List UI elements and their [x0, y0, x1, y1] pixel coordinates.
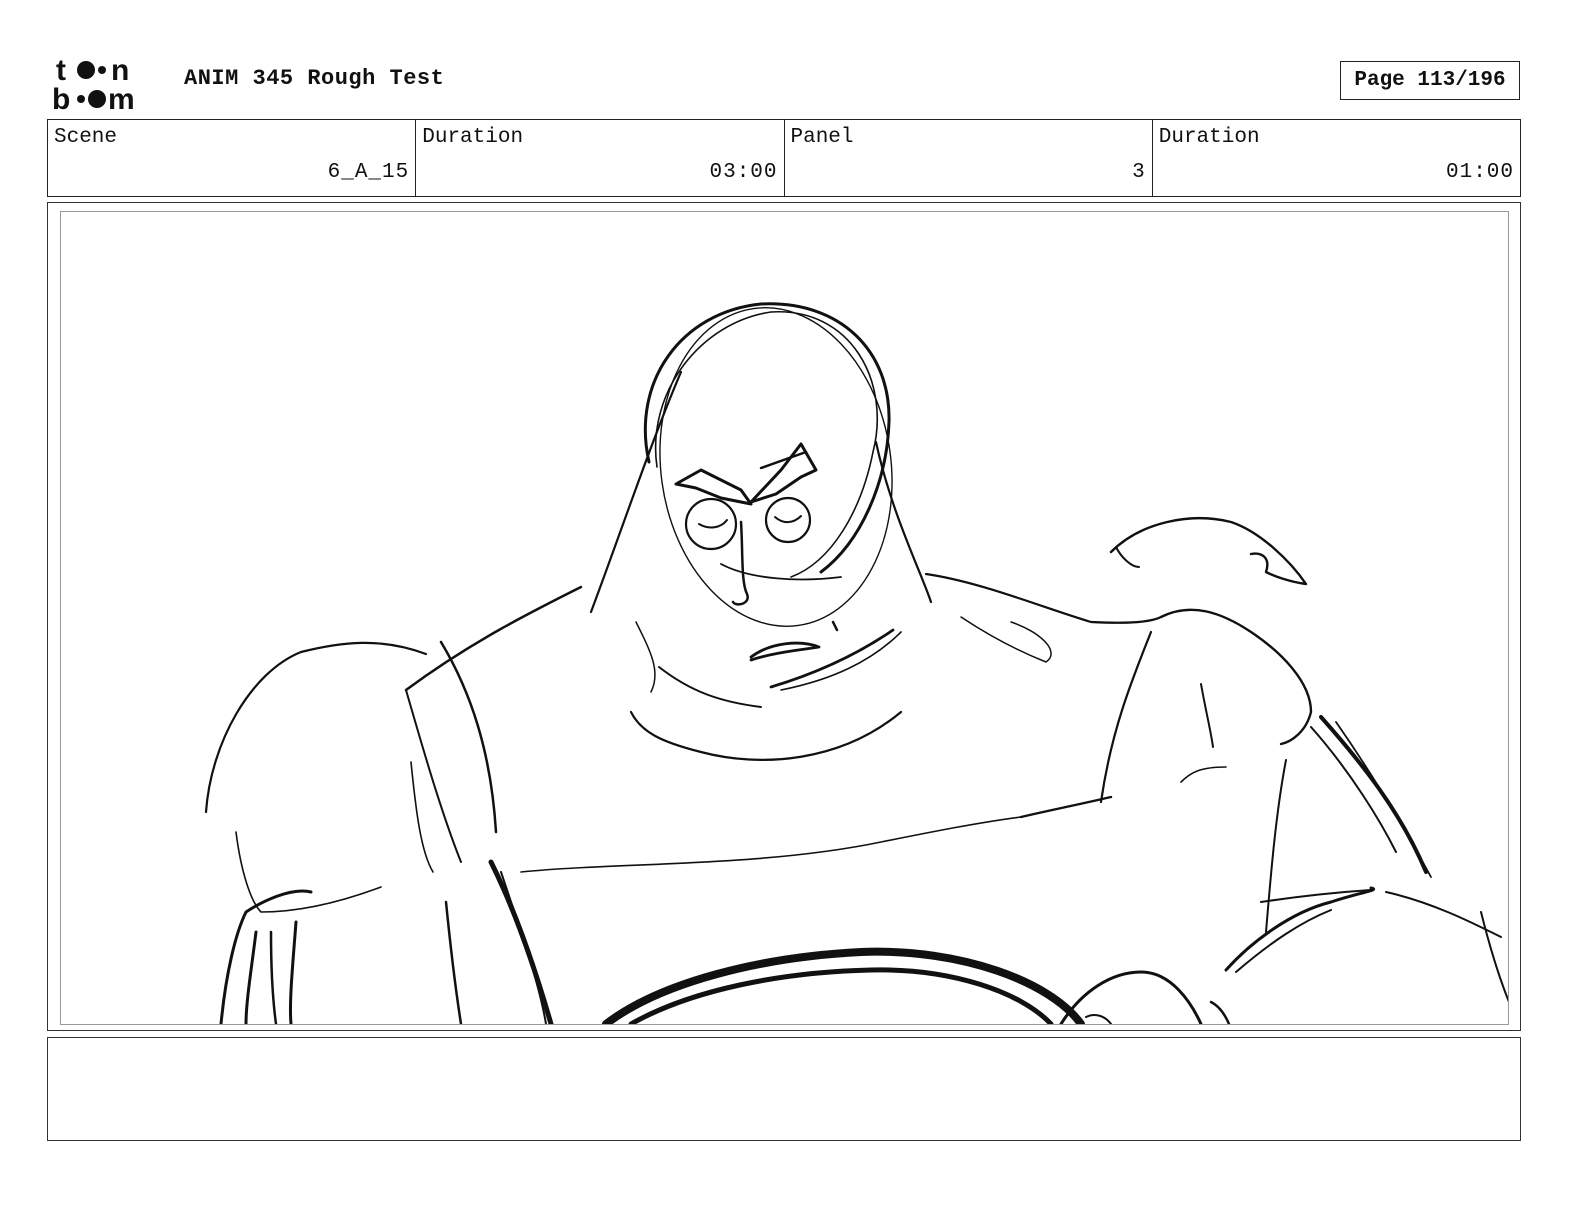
scene-label: Scene	[54, 126, 118, 149]
svg-text:b: b	[52, 83, 70, 112]
panel-cell: Panel 3	[785, 120, 1153, 196]
toon-boom-logo: t n b m	[50, 52, 164, 112]
storyboard-panel-frame	[47, 202, 1521, 1031]
panel-duration-label: Duration	[1158, 126, 1260, 149]
scene-duration-label: Duration	[422, 126, 524, 149]
svg-text:m: m	[108, 83, 135, 112]
rough-sketch-drawing	[204, 302, 1508, 1024]
document-title: ANIM 345 Rough Test	[184, 66, 445, 91]
page-indicator: Page 113/196	[1340, 61, 1520, 100]
scene-cell: Scene 6_A_15	[48, 120, 417, 196]
scene-duration-value: 03:00	[709, 161, 778, 184]
panel-duration-cell: Duration 01:00	[1153, 120, 1520, 196]
scene-duration-cell: Duration 03:00	[416, 120, 785, 196]
panel-value: 3	[1132, 161, 1146, 184]
scene-value: 6_A_15	[327, 161, 410, 184]
panel-notes-box	[47, 1037, 1521, 1141]
storyboard-panel	[60, 211, 1509, 1025]
scene-info-table: Scene 6_A_15 Duration 03:00 Panel 3 Dura…	[47, 119, 1521, 197]
panel-duration-value: 01:00	[1445, 161, 1514, 184]
panel-label: Panel	[790, 126, 854, 149]
